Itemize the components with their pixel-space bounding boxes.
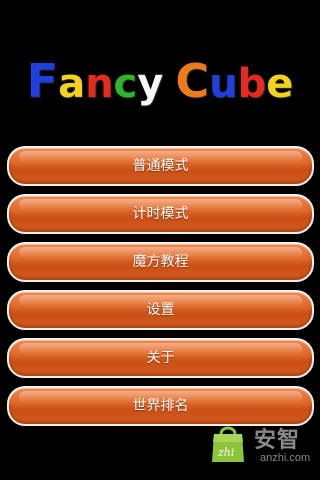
- logo-letter: u: [209, 61, 238, 107]
- cube-tutorial-button[interactable]: 魔方教程: [7, 242, 314, 282]
- cube-tutorial-label: 魔方教程: [132, 254, 189, 270]
- main-screen: Fancy Cube 普通模式 计时模式 魔方教程 设置 关于 世界排名 zhi …: [0, 0, 320, 480]
- world-ranking-label: 世界排名: [132, 398, 189, 414]
- settings-label: 设置: [146, 302, 175, 318]
- logo-letter: F: [26, 54, 59, 108]
- logo-letter: a: [58, 61, 86, 107]
- normal-mode-label: 普通模式: [132, 158, 189, 174]
- shopping-bag-icon: zhi: [212, 426, 244, 462]
- about-button[interactable]: 关于: [7, 338, 314, 378]
- normal-mode-button[interactable]: 普通模式: [7, 146, 314, 186]
- bag-text: zhi: [217, 446, 234, 459]
- timed-mode-button[interactable]: 计时模式: [7, 194, 314, 234]
- settings-button[interactable]: 设置: [7, 290, 314, 330]
- about-label: 关于: [146, 350, 175, 366]
- watermark-url: anzhi.com: [260, 452, 311, 464]
- logo-letter: n: [85, 61, 114, 107]
- logo-letter: c: [113, 61, 138, 107]
- timed-mode-label: 计时模式: [132, 206, 189, 222]
- anzhi-watermark: zhi 安智 anzhi.com: [210, 416, 314, 470]
- main-menu: 普通模式 计时模式 魔方教程 设置 关于 世界排名: [7, 146, 314, 434]
- logo-letter: C: [175, 54, 210, 108]
- logo-letter: b: [237, 61, 267, 107]
- watermark-title: 安智: [254, 428, 301, 453]
- logo-letter: y: [137, 61, 164, 107]
- app-logo: Fancy Cube: [20, 54, 300, 108]
- logo-letter: e: [266, 61, 294, 107]
